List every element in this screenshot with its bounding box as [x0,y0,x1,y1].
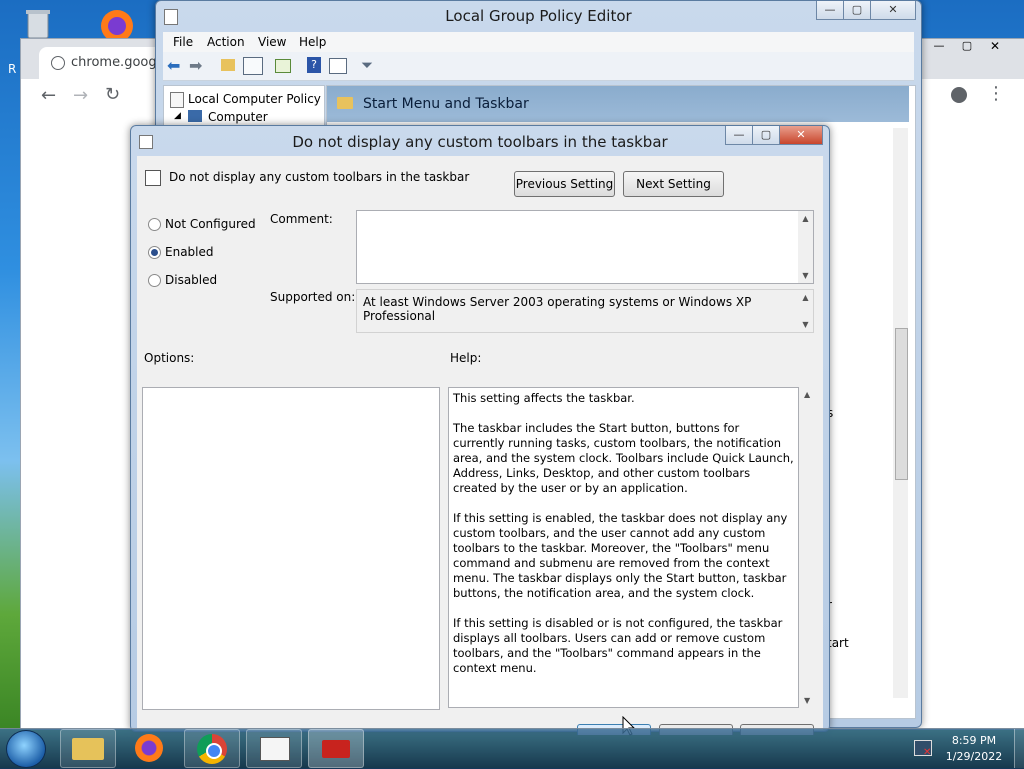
scroll-up-icon[interactable]: ▲ [804,390,810,399]
taskbar-toolbox-icon[interactable] [308,729,364,768]
help-paragraph: The taskbar includes the Start button, b… [453,421,794,495]
scroll-thumb[interactable] [895,328,908,480]
gpe-menubar: File Action View Help [163,32,914,52]
reload-icon[interactable]: ↻ [105,84,120,105]
options-label: Options: [144,351,195,365]
computer-icon [188,110,202,122]
supported-on-box: At least Windows Server 2003 operating s… [356,289,814,333]
help-paragraph: This setting affects the taskbar. [453,391,635,405]
help-pane: This setting affects the taskbar. The ta… [448,387,799,708]
scroll-down-icon[interactable]: ▼ [798,317,813,332]
help-paragraph: If this setting is enabled, the taskbar … [453,511,788,600]
recycle-bin-icon[interactable] [18,6,58,42]
dialog-body: Do not display any custom toolbars in th… [137,156,823,735]
desktop-fragment-text: R [8,62,17,76]
taskbar-explorer-icon[interactable] [60,729,116,768]
gpe-toolbar: ⬅ ➡ ? ⏷ [163,52,914,81]
filter-icon[interactable]: ⏷ [361,56,373,74]
show-hide-tree-icon[interactable] [243,57,263,75]
policy-dialog: Do not display any custom toolbars in th… [130,125,830,735]
dialog-close-button[interactable]: ✕ [779,126,823,145]
setting-icon [145,170,161,186]
menu-action[interactable]: Action [207,35,245,49]
chrome-minimize-button[interactable]: — [925,39,953,57]
supported-on-value: At least Windows Server 2003 operating s… [363,295,752,323]
console-icon [260,737,290,761]
firefox-icon [135,734,163,762]
back-arrow-icon[interactable]: ⬅ [167,56,180,75]
radio-not-configured[interactable] [148,218,161,231]
options-pane [142,387,440,710]
help-scrollbar[interactable]: ▲ ▼ [801,387,816,708]
start-button[interactable] [6,730,46,768]
dialog-maximize-button[interactable]: ▢ [752,126,780,145]
clock-date: 1/29/2022 [945,750,1003,763]
list-fragment-3: tart [827,636,849,650]
profile-icon[interactable] [951,87,967,103]
gpe-minimize-button[interactable]: — [816,1,844,20]
chrome-maximize-button[interactable]: ▢ [953,39,981,57]
menu-help[interactable]: Help [299,35,326,49]
help-icon[interactable]: ? [307,57,321,73]
chrome-close-button[interactable]: ✕ [981,39,1009,57]
tree-root-label[interactable]: Local Computer Policy [188,92,321,106]
network-icon[interactable]: ✕ [914,740,932,758]
gpe-title: Local Group Policy Editor [445,7,632,25]
chrome-icon-center [206,743,222,759]
export-list-icon[interactable] [275,59,291,73]
clock-time: 8:59 PM [951,734,997,747]
radio-enabled[interactable] [148,246,161,259]
comment-scrollbar[interactable]: ▲ ▼ [798,211,813,283]
dialog-minimize-button[interactable]: — [725,126,753,145]
taskbar-mmc-icon[interactable] [246,729,302,768]
gpe-close-button[interactable]: ✕ [870,1,916,20]
properties-icon[interactable] [329,58,347,74]
scroll-down-icon[interactable]: ▼ [798,268,813,283]
scroll-down-icon[interactable]: ▼ [804,696,810,705]
setting-name: Do not display any custom toolbars in th… [169,170,470,184]
gpe-header-title: Start Menu and Taskbar [363,96,529,112]
menu-view[interactable]: View [258,35,286,49]
menu-dots-icon[interactable]: ⋮ [987,83,1005,104]
up-folder-icon[interactable] [221,59,235,71]
clock[interactable]: 8:59 PM 1/29/2022 [936,733,1012,765]
forward-icon[interactable]: → [73,85,88,106]
back-icon[interactable]: ← [41,85,56,106]
gpe-maximize-button[interactable]: ▢ [843,1,871,20]
tree-expand-icon[interactable]: ◢ [174,111,181,121]
comment-textarea[interactable]: ▲ ▼ [356,210,814,284]
taskbar-chrome-icon[interactable] [184,729,240,768]
folder-icon [72,738,104,760]
menu-file[interactable]: File [173,35,193,49]
gpe-header-band: Start Menu and Taskbar [327,86,909,122]
help-label: Help: [450,351,482,365]
network-error-icon: ✕ [923,747,932,758]
radio-enabled-label[interactable]: Enabled [165,245,214,259]
toolbox-icon [322,740,350,758]
scroll-up-icon[interactable]: ▲ [798,290,813,305]
gpe-right-scrollbar[interactable] [893,128,908,698]
supported-on-label: Supported on: [270,290,356,304]
show-desktop-button[interactable] [1014,729,1024,768]
taskbar-firefox-icon[interactable] [122,729,176,766]
next-setting-button[interactable]: Next Setting [623,171,724,197]
help-paragraph: If this setting is disabled or is not co… [453,616,783,675]
scroll-up-icon[interactable]: ▲ [798,211,813,226]
previous-setting-button[interactable]: Previous Setting [514,171,615,197]
forward-arrow-icon[interactable]: ➡ [189,56,202,75]
globe-icon [51,56,65,70]
radio-disabled[interactable] [148,274,161,287]
comment-label: Comment: [270,212,333,226]
radio-disabled-label[interactable]: Disabled [165,273,217,287]
tree-root-icon [170,92,184,108]
folder-icon [337,97,353,109]
supported-scrollbar[interactable]: ▲ ▼ [798,290,813,332]
radio-not-configured-label[interactable]: Not Configured [165,217,256,231]
